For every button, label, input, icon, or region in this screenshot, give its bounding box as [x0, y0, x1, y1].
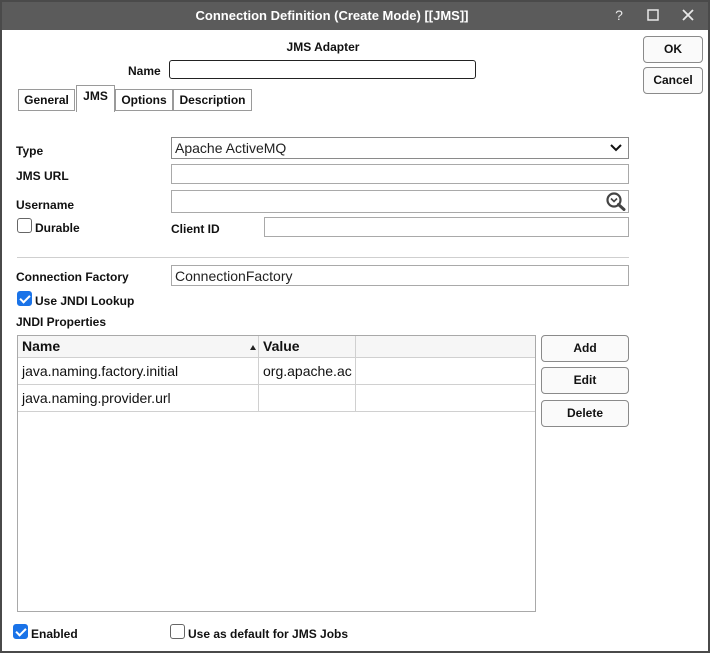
sort-ascending-icon: [250, 345, 256, 350]
cell-value[interactable]: [259, 385, 356, 411]
jms-url-input[interactable]: [171, 164, 629, 184]
edit-button[interactable]: Edit: [541, 367, 629, 394]
username-label: Username: [16, 198, 75, 212]
tab-options[interactable]: Options: [115, 89, 173, 111]
durable-checkbox[interactable]: [17, 218, 32, 233]
maximize-icon[interactable]: [642, 5, 664, 25]
table-header: Name Value: [18, 336, 535, 358]
type-select-value: Apache ActiveMQ: [175, 140, 287, 156]
table-row[interactable]: java.naming.provider.url: [18, 385, 535, 412]
cell-value[interactable]: org.apache.ac: [259, 358, 356, 384]
type-label: Type: [16, 144, 44, 158]
name-input[interactable]: [169, 60, 476, 79]
search-icon[interactable]: [605, 191, 627, 211]
tab-description[interactable]: Description: [173, 89, 252, 111]
adapter-heading: JMS Adapter: [286, 40, 360, 54]
add-button[interactable]: Add: [541, 335, 629, 362]
cancel-button[interactable]: Cancel: [643, 67, 703, 94]
enabled-label: Enabled: [31, 627, 78, 641]
name-label: Name: [128, 64, 161, 78]
help-icon[interactable]: ?: [608, 5, 630, 25]
client-id-input[interactable]: [264, 217, 629, 237]
durable-label: Durable: [35, 221, 80, 235]
client-id-label: Client ID: [171, 222, 220, 236]
ok-button[interactable]: OK: [643, 36, 703, 63]
default-jms-jobs-label: Use as default for JMS Jobs: [188, 627, 349, 641]
use-jndi-label: Use JNDI Lookup: [35, 294, 135, 308]
cell-name[interactable]: java.naming.factory.initial: [18, 358, 259, 384]
connection-factory-label: Connection Factory: [16, 270, 129, 284]
chevron-down-icon: [610, 144, 622, 152]
column-header-name-label: Name: [22, 338, 61, 354]
username-input[interactable]: [171, 190, 629, 213]
use-jndi-checkbox[interactable]: [17, 291, 32, 306]
tab-general[interactable]: General: [18, 89, 75, 111]
default-jms-jobs-checkbox[interactable]: [170, 624, 185, 639]
tab-jms[interactable]: JMS: [76, 85, 115, 112]
enabled-checkbox[interactable]: [13, 624, 28, 639]
type-select[interactable]: Apache ActiveMQ: [171, 137, 629, 159]
column-header-name[interactable]: Name: [18, 336, 259, 358]
column-header-value[interactable]: Value: [259, 336, 356, 358]
section-divider: [17, 257, 629, 258]
title-bar: Connection Definition (Create Mode) [[JM…: [2, 2, 708, 30]
jndi-properties-label: JNDI Properties: [16, 315, 107, 329]
table-row[interactable]: java.naming.factory.initial org.apache.a…: [18, 358, 535, 385]
jms-url-label: JMS URL: [16, 169, 69, 183]
delete-button[interactable]: Delete: [541, 400, 629, 427]
cell-name[interactable]: java.naming.provider.url: [18, 385, 259, 411]
connection-definition-dialog: Connection Definition (Create Mode) [[JM…: [0, 0, 710, 653]
connection-factory-input[interactable]: [171, 265, 629, 286]
close-icon[interactable]: [677, 5, 699, 25]
jndi-properties-table: Name Value java.naming.factory.initial o…: [17, 335, 536, 612]
window-title: Connection Definition (Create Mode) [[JM…: [195, 8, 469, 23]
